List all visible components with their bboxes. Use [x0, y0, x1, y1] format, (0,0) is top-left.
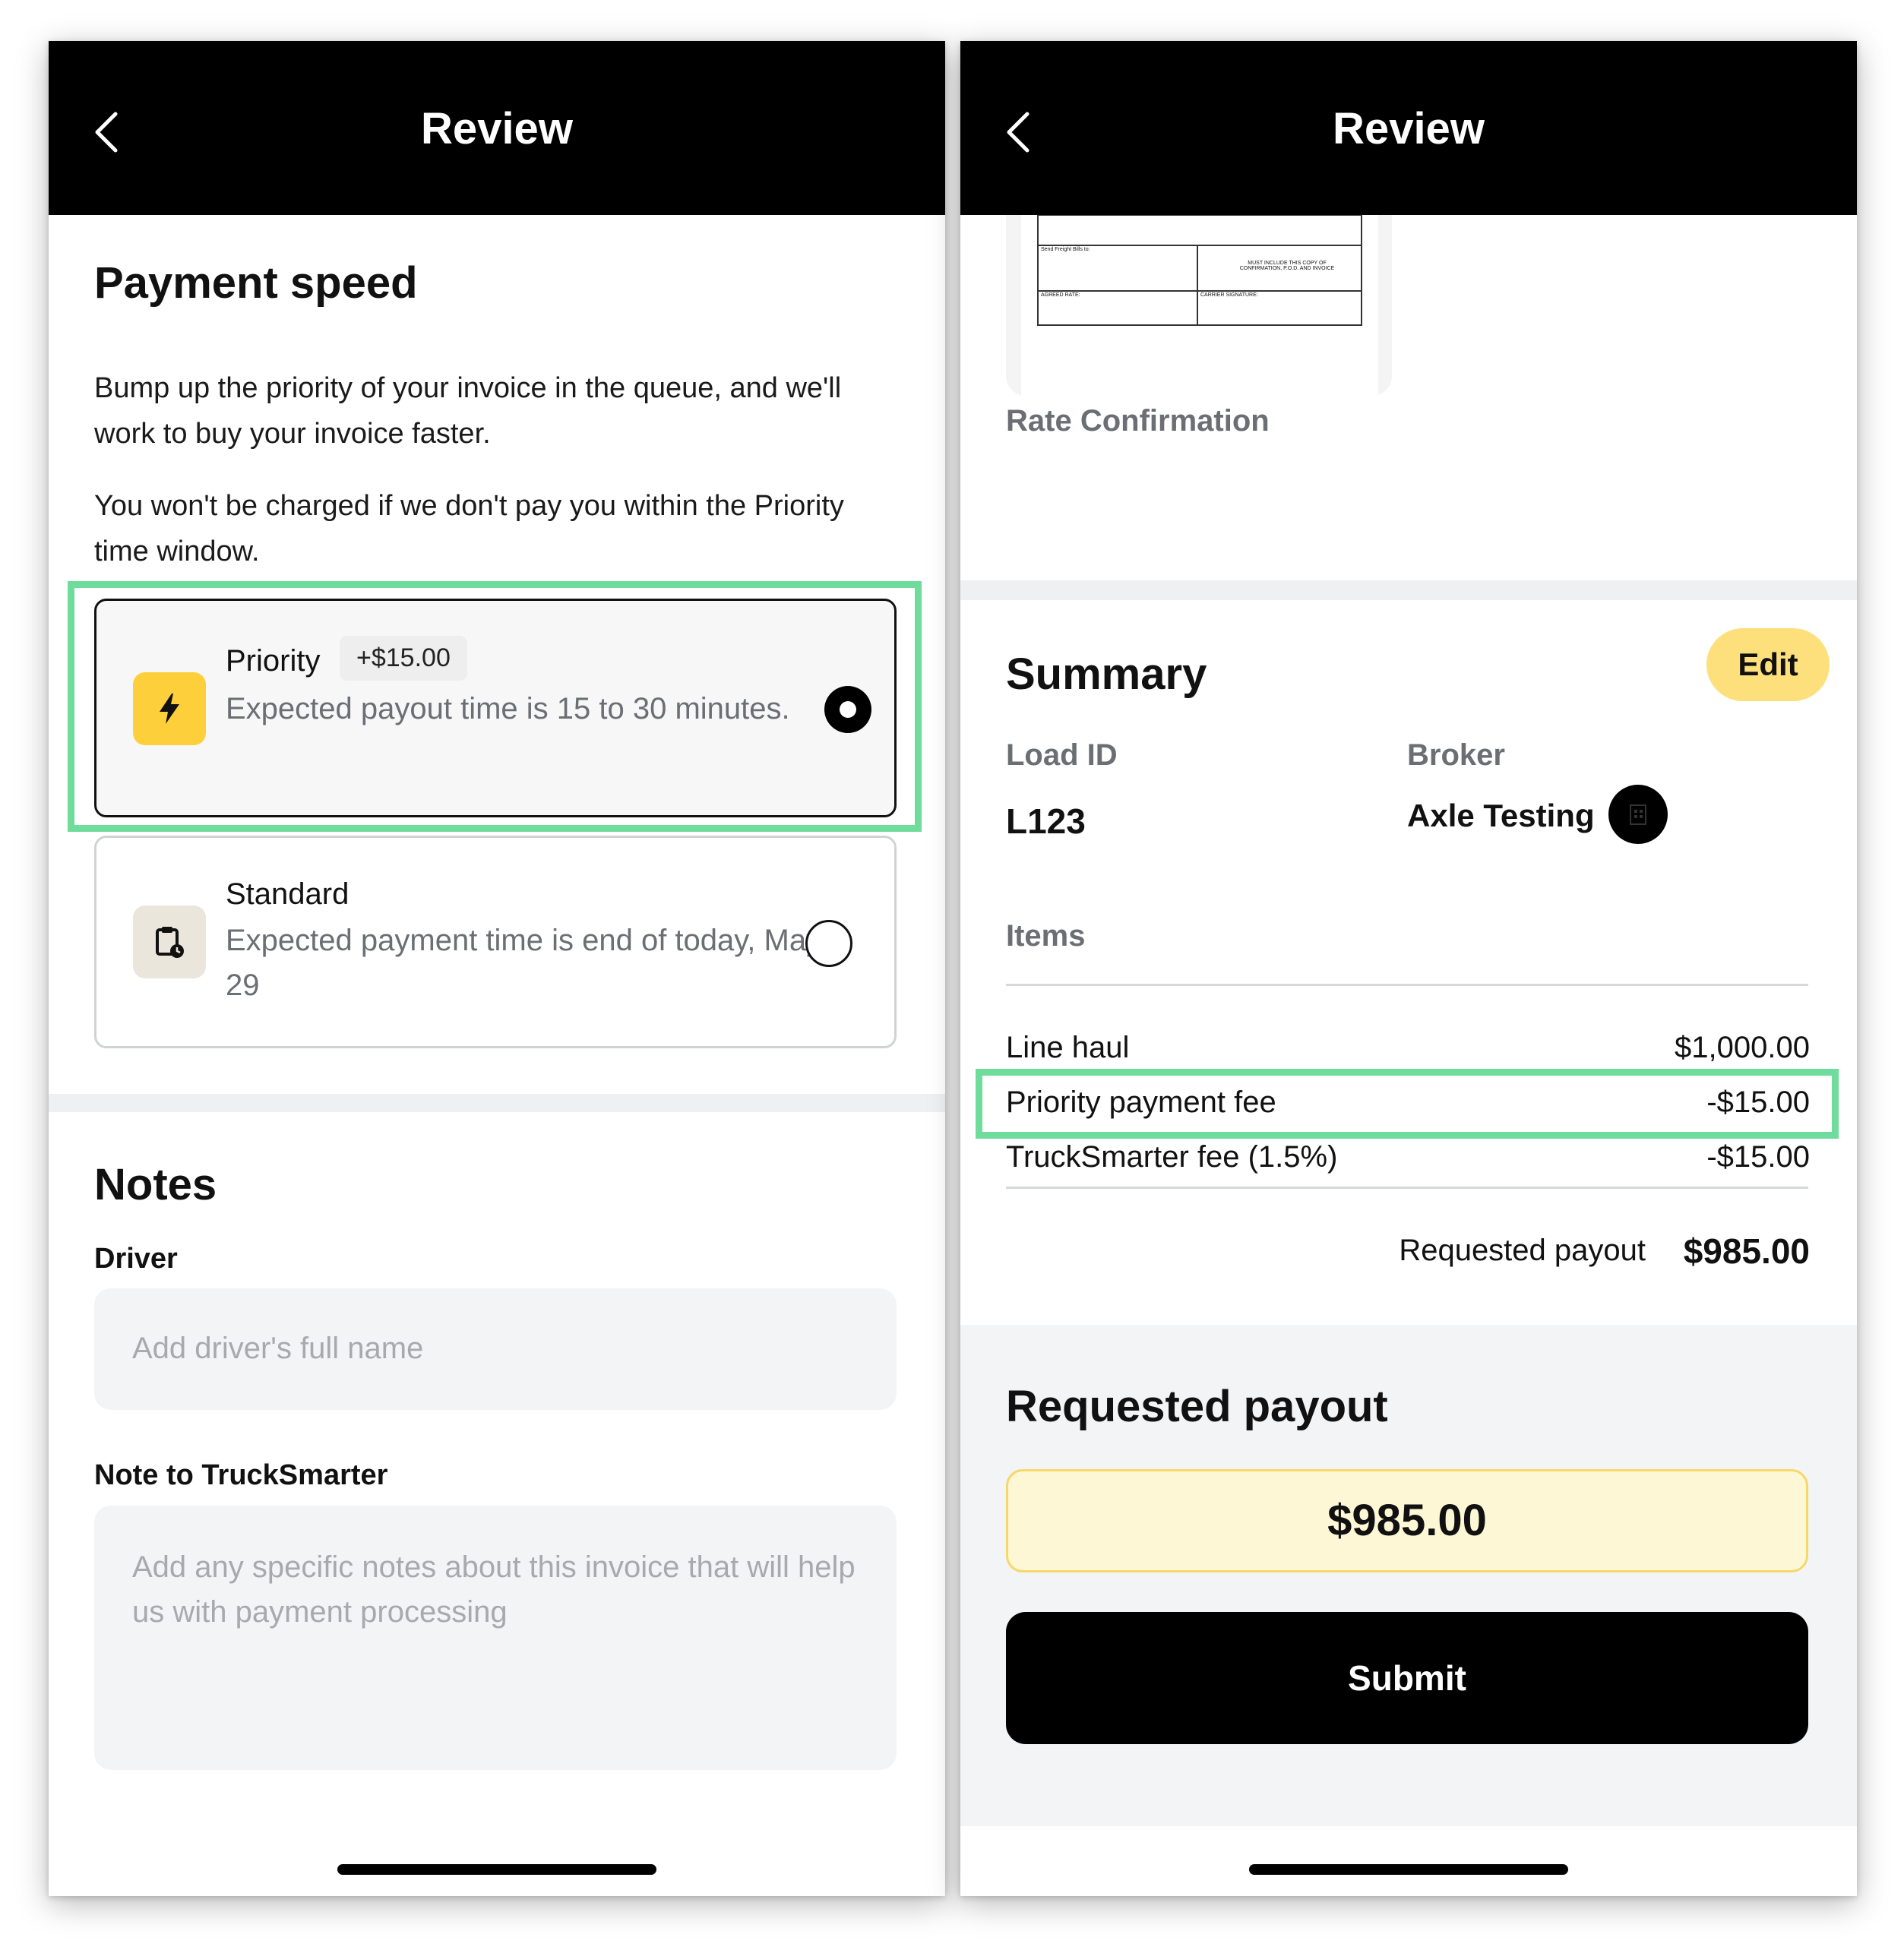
document-page: Send Freight Bills to: MUST INCLUDE THIS…: [1021, 215, 1378, 396]
payout-amount-box: $985.00: [1006, 1469, 1808, 1572]
header-title: Review: [421, 104, 573, 153]
note-label: Note to TruckSmarter: [94, 1459, 388, 1491]
payment-speed-description: Bump up the priority of your invoice in …: [94, 372, 842, 450]
notes-title: Notes: [94, 1160, 217, 1209]
standard-option[interactable]: Standard Expected payment time is end of…: [94, 836, 897, 1048]
home-indicator: [1249, 1864, 1568, 1875]
edit-button[interactable]: Edit: [1706, 628, 1830, 701]
document-table-lines: [1037, 215, 1362, 326]
line-haul-label: Line haul: [1006, 1031, 1130, 1064]
broker-avatar: [1608, 785, 1668, 844]
section-divider: [49, 1094, 945, 1112]
left-screen: Review Payment speed Bump up the priorit…: [49, 41, 945, 1896]
doc-text: Send Freight Bills to:: [1041, 247, 1090, 252]
priority-highlight-frame: [68, 581, 922, 832]
broker-label: Broker: [1407, 738, 1505, 772]
standard-option-description: Expected payment time is end of today, M…: [226, 924, 822, 1002]
doc-text: MUST INCLUDE THIS COPY OF CONFIRMATION, …: [1239, 261, 1335, 271]
doc-text: CARRIER SIGNATURE:: [1200, 292, 1258, 298]
rate-confirmation-thumbnail[interactable]: Send Freight Bills to: MUST INCLUDE THIS…: [1006, 215, 1392, 396]
standard-option-title: Standard: [226, 877, 349, 911]
header: Review: [960, 41, 1857, 215]
summary-total-amount: $985.00: [1683, 1231, 1810, 1271]
payment-speed-note: You won't be charged if we don't pay you…: [94, 490, 844, 567]
driver-label: Driver: [94, 1243, 178, 1275]
summary-title: Summary: [1006, 649, 1207, 699]
requested-payout-title: Requested payout: [1006, 1382, 1388, 1431]
note-textarea[interactable]: Add any specific notes about this invoic…: [94, 1506, 897, 1770]
load-id-label: Load ID: [1006, 738, 1118, 772]
doc-text: AGREED RATE:: [1041, 292, 1080, 298]
line-haul-amount: $1,000.00: [1675, 1031, 1810, 1064]
driver-name-input[interactable]: Add driver's full name: [94, 1288, 897, 1410]
section-divider: [960, 580, 1857, 600]
items-label: Items: [1006, 919, 1086, 953]
items-top-rule: [1006, 984, 1808, 986]
header: Review: [49, 41, 945, 215]
submit-button[interactable]: Submit: [1006, 1612, 1808, 1744]
items-bottom-rule: [1006, 1187, 1808, 1189]
building-icon: [1630, 804, 1646, 825]
driver-name-placeholder: Add driver's full name: [132, 1332, 424, 1365]
trucksmarter-fee-label: TruckSmarter fee (1.5%): [1006, 1140, 1338, 1174]
summary-total-label: Requested payout: [1399, 1234, 1646, 1267]
right-screen: Send Freight Bills to: MUST INCLUDE THIS…: [960, 41, 1857, 1896]
document-caption: Rate Confirmation: [1006, 404, 1270, 438]
clipboard-clock-icon: [133, 905, 206, 978]
header-title: Review: [1333, 104, 1485, 153]
note-placeholder: Add any specific notes about this invoic…: [132, 1550, 856, 1629]
trucksmarter-fee-amount: -$15.00: [1706, 1140, 1810, 1174]
load-id-value: L123: [1006, 801, 1086, 841]
standard-radio[interactable]: [805, 920, 852, 967]
priority-fee-highlight-frame: [976, 1069, 1839, 1139]
broker-value: Axle Testing: [1407, 798, 1595, 833]
home-indicator: [337, 1864, 656, 1875]
payment-speed-title: Payment speed: [94, 258, 418, 308]
